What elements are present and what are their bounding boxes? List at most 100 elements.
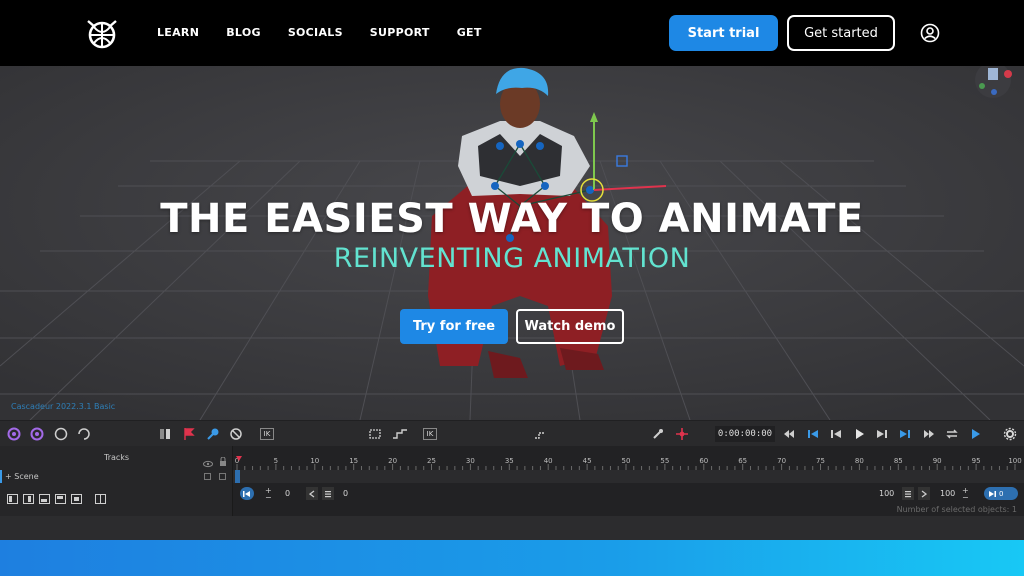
try-for-free-button[interactable]: Try for free [400, 309, 508, 344]
hero-title: THE EASIEST WAY TO ANIMATE [160, 196, 864, 242]
ruler-tick-label: 30 [465, 457, 475, 465]
orbit-purple-2-icon[interactable] [29, 426, 45, 442]
track-area[interactable] [233, 470, 1024, 483]
get-started-button[interactable]: Get started [787, 15, 895, 51]
snap-tool-2-icon[interactable] [23, 489, 34, 508]
ruler-tick-label: 95 [971, 457, 981, 465]
timeline-panel: Tracks + Scene 0 5 10 15 20 25 30 35 40 45 50 55 60 6… [0, 446, 1024, 516]
hero-subtitle: REINVENTING ANIMATION [333, 243, 691, 274]
go-to-start-button[interactable] [240, 487, 254, 500]
nav-link-learn[interactable]: LEARN [157, 26, 199, 39]
interval-start-value[interactable]: 0 [285, 489, 290, 498]
frame-select-icon[interactable] [367, 426, 383, 442]
version-label: Cascadeur 2022.3.1 Basic [11, 402, 116, 411]
footer-blue-banner [0, 540, 1024, 576]
cascadeur-logo-icon[interactable] [84, 15, 120, 51]
end-menu-icon[interactable] [902, 487, 914, 500]
snap-tool-5-icon[interactable] [71, 489, 82, 508]
key-icon[interactable] [205, 426, 221, 442]
ruler-tick-label: 65 [738, 457, 748, 465]
tracks-panel: Tracks + Scene [0, 446, 233, 516]
ik-toggle-2[interactable]: IK [423, 428, 437, 440]
interpolation-icon[interactable] [534, 426, 550, 442]
interval-stepper-icon[interactable]: + − [265, 487, 272, 502]
orbit-purple-icon[interactable] [6, 426, 22, 442]
next-key-icon[interactable] [897, 426, 913, 442]
fast-forward-icon[interactable] [921, 426, 937, 442]
pivot-red-icon[interactable] [674, 426, 690, 442]
ruler-tick-label: 100 [1008, 457, 1022, 465]
interval-menu-icon[interactable] [322, 487, 334, 500]
rewind-icon[interactable] [781, 426, 797, 442]
loop-icon[interactable] [944, 426, 960, 442]
interval-prev-icon[interactable] [306, 487, 318, 500]
animation-toolbar: IK IK 0:00:00:00 [0, 420, 1024, 446]
scene-track-row[interactable]: + Scene [0, 470, 233, 483]
nav-link-socials[interactable]: SOCIALS [288, 26, 343, 39]
timeline-ruler[interactable]: 0 5 10 15 20 25 30 35 40 45 50 55 60 65 70 75 80 85 90 95 10… [233, 446, 1024, 470]
nav-link-support[interactable]: SUPPORT [370, 26, 430, 39]
ruler-tick-label: 45 [582, 457, 592, 465]
snap-tool-3-icon[interactable] [39, 489, 50, 508]
ruler-tick-label: 55 [660, 457, 670, 465]
pin-tool-icon[interactable] [650, 426, 666, 442]
ruler-tick-label: 50 [621, 457, 631, 465]
scene-lock-checkbox[interactable] [219, 473, 226, 480]
disable-icon[interactable] [228, 426, 244, 442]
next-frame-icon[interactable] [874, 426, 890, 442]
top-navigation: LEARN BLOG SOCIALS SUPPORT GET Start tri… [0, 0, 1024, 66]
playhead-marker[interactable] [236, 456, 242, 461]
user-account-icon[interactable] [920, 23, 940, 43]
ruler-tick-label: 70 [777, 457, 787, 465]
ruler-tick-label: 20 [388, 457, 398, 465]
ruler-tick-label: 90 [932, 457, 942, 465]
lock-icon[interactable] [219, 452, 227, 471]
snap-tool-4-icon[interactable] [55, 489, 66, 508]
end-stepper-icon[interactable]: + − [962, 487, 969, 502]
snap-tool-1-icon[interactable] [7, 489, 18, 508]
play-icon[interactable] [851, 426, 867, 442]
snap-tool-6-icon[interactable] [95, 489, 106, 508]
current-time-display[interactable]: 0:00:00:00 [715, 426, 775, 442]
nav-links: LEARN BLOG SOCIALS SUPPORT GET [157, 26, 509, 39]
scene-track-marker [0, 470, 2, 483]
end-frame-value-a[interactable]: 100 [879, 489, 894, 498]
step-graph-icon[interactable] [392, 426, 408, 442]
ruler-tick-label: 10 [310, 457, 320, 465]
ruler-tick-label: 15 [349, 457, 359, 465]
start-trial-button[interactable]: Start trial [669, 15, 778, 51]
footer-dark-strip [0, 516, 1024, 540]
prev-frame-icon[interactable] [828, 426, 844, 442]
refresh-icon[interactable] [76, 426, 92, 442]
ruler-tick-label: 5 [273, 457, 279, 465]
end-frame-value-b[interactable]: 100 [940, 489, 955, 498]
interval-current-value[interactable]: 0 [343, 489, 348, 498]
ruler-tick-label: 75 [816, 457, 825, 465]
go-to-end-button[interactable]: 0 [984, 487, 1018, 500]
nav-link-blog[interactable]: BLOG [226, 26, 261, 39]
ruler-tick-label: 60 [699, 457, 709, 465]
keyframe-split-icon[interactable] [157, 426, 173, 442]
ik-toggle-1[interactable]: IK [260, 428, 274, 440]
end-next-icon[interactable] [918, 487, 930, 500]
current-frame-highlight [235, 470, 240, 483]
watch-demo-button[interactable]: Watch demo [516, 309, 624, 344]
3d-viewport[interactable]: Cascadeur 2022.3.1 Basic THE EASIEST WAY… [0, 66, 1024, 420]
prev-key-icon[interactable] [805, 426, 821, 442]
ruler-tick-label: 25 [427, 457, 436, 465]
settings-gear-icon[interactable] [1002, 426, 1018, 442]
view-gizmo-icon[interactable] [970, 66, 1016, 98]
ruler-tick-label: 35 [504, 457, 514, 465]
ruler-tick-label: 80 [854, 457, 864, 465]
ruler-tick-label: 85 [893, 457, 903, 465]
nav-link-get[interactable]: GET [457, 26, 482, 39]
selected-objects-info: Number of selected objects: 1 [896, 505, 1017, 514]
ruler-tick-label: 40 [543, 457, 553, 465]
tracks-label: Tracks [104, 453, 130, 462]
play-options-icon[interactable] [968, 426, 984, 442]
scene-track-label: + Scene [5, 472, 39, 481]
flag-icon[interactable] [181, 426, 197, 442]
timeline-bottom-bar: + − 0 0 100 100 + − 0 [0, 486, 1024, 504]
cycle-icon[interactable] [53, 426, 69, 442]
scene-visible-checkbox[interactable] [204, 473, 211, 480]
